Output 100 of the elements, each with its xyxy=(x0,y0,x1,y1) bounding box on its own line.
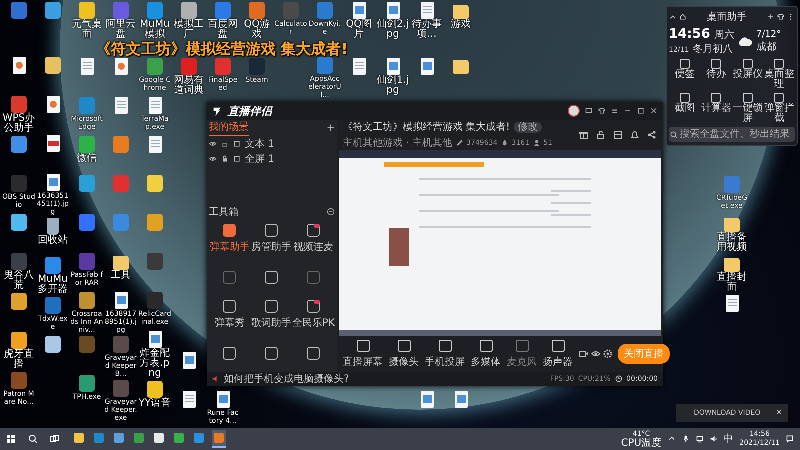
input-method-indicator[interactable]: 中 xyxy=(724,432,734,446)
close-button[interactable]: × xyxy=(775,408,783,418)
share-icon[interactable] xyxy=(647,130,657,140)
menu-icon[interactable] xyxy=(611,107,619,115)
tool-label: 扬声器 xyxy=(543,356,573,368)
tool-icon[interactable] xyxy=(307,300,320,313)
app-icon[interactable] xyxy=(11,136,27,153)
tool-icon[interactable] xyxy=(223,300,236,313)
icon-label: 虎牙直播 xyxy=(3,350,35,370)
search-icon xyxy=(670,130,678,138)
app-icon[interactable] xyxy=(11,332,27,349)
shirt-icon[interactable] xyxy=(777,13,785,21)
eye-icon[interactable] xyxy=(209,154,217,162)
tool-icon[interactable] xyxy=(265,224,278,237)
scene-name[interactable]: 全屏 1 xyxy=(245,152,275,166)
network-icon[interactable] xyxy=(696,435,704,443)
chevron-up-icon[interactable] xyxy=(668,435,676,443)
add-icon[interactable] xyxy=(327,124,335,132)
search-icon[interactable] xyxy=(28,434,38,444)
scene-tab[interactable]: 我的场景 xyxy=(209,120,249,136)
slides-file-icon[interactable] xyxy=(12,57,26,74)
icon-label: 直播备用视频 xyxy=(716,233,748,253)
tool-icon[interactable] xyxy=(307,346,320,360)
image-file-icon[interactable] xyxy=(352,2,366,19)
gift-icon[interactable] xyxy=(579,130,589,140)
maximize-icon[interactable] xyxy=(637,107,645,115)
tool-icon[interactable] xyxy=(223,346,236,360)
document-icon[interactable] xyxy=(420,2,434,19)
category-text[interactable]: 主机其他游戏 · 主机其他 xyxy=(343,136,453,150)
edit-button[interactable]: 修改 xyxy=(514,122,542,133)
app-icon[interactable] xyxy=(147,381,163,398)
app-icon[interactable] xyxy=(11,96,27,113)
close-icon[interactable] xyxy=(650,107,658,115)
app-icon[interactable] xyxy=(45,257,61,274)
plus-icon[interactable] xyxy=(767,13,775,21)
image-file-icon[interactable] xyxy=(46,174,60,191)
document-icon[interactable] xyxy=(182,391,196,408)
app-icon[interactable] xyxy=(45,336,61,353)
tool-icon[interactable] xyxy=(265,346,278,360)
bell-icon[interactable] xyxy=(630,130,640,140)
tool-label: 歌词助手 xyxy=(252,316,292,330)
document-icon[interactable] xyxy=(114,97,128,114)
app-icon[interactable] xyxy=(11,214,27,231)
app-icon[interactable] xyxy=(11,293,27,310)
app-icon[interactable] xyxy=(79,375,95,392)
document-icon[interactable] xyxy=(148,136,162,153)
icon-label: 网易有道词典 xyxy=(173,76,205,96)
app-icon[interactable] xyxy=(45,57,61,74)
tip-link[interactable]: 如何把手机变成电脑摄像头? xyxy=(224,372,350,386)
eye-icon[interactable] xyxy=(591,349,601,359)
notification-icon[interactable] xyxy=(786,435,794,443)
icon-label: 模拟工厂 xyxy=(173,20,205,40)
slides-file-icon[interactable] xyxy=(114,58,128,75)
document-icon[interactable] xyxy=(726,295,738,312)
tool-label: 摄像头 xyxy=(389,356,419,368)
home-icon[interactable] xyxy=(679,13,687,21)
image-file-icon[interactable] xyxy=(420,58,434,75)
tool-label: 计算器 xyxy=(701,104,732,114)
tool-icon[interactable] xyxy=(223,224,236,237)
image-file-icon[interactable] xyxy=(114,292,128,309)
microphone-icon[interactable] xyxy=(682,435,690,443)
image-file-icon[interactable] xyxy=(386,2,400,19)
eye-icon[interactable] xyxy=(209,140,217,148)
recycle-bin-icon[interactable] xyxy=(47,218,59,235)
image-file-icon[interactable] xyxy=(148,331,162,348)
slides-file-icon[interactable] xyxy=(46,96,60,113)
collapse-icon[interactable] xyxy=(327,208,335,216)
volume-icon[interactable] xyxy=(710,435,718,443)
tool-label: 桌面整理 xyxy=(764,70,794,90)
chevron-up-icon[interactable] xyxy=(669,13,677,21)
box-icon[interactable] xyxy=(613,130,623,140)
document-icon[interactable] xyxy=(352,58,366,75)
tool-icon[interactable] xyxy=(265,270,278,284)
tool-icon[interactable] xyxy=(265,300,278,313)
document-icon[interactable] xyxy=(148,97,162,114)
tool-label: 麦克风 xyxy=(507,356,537,368)
image-file-icon[interactable] xyxy=(386,58,400,75)
pdf-file-icon[interactable] xyxy=(46,135,60,152)
lock-icon[interactable] xyxy=(221,154,229,162)
lock-icon[interactable] xyxy=(596,130,606,140)
windows-logo-icon[interactable] xyxy=(6,434,16,444)
tool-label: 全民乐PK xyxy=(292,316,335,330)
temperature-text: 7/12° xyxy=(756,30,782,40)
app-icon[interactable] xyxy=(79,292,95,309)
avatar-icon[interactable] xyxy=(568,105,580,117)
icon-label: 元气桌面 xyxy=(71,20,103,40)
tool-label: 投屏仪 xyxy=(732,70,763,80)
image-file-icon[interactable] xyxy=(182,352,196,369)
icon-label: 游戏 xyxy=(450,20,472,30)
shirt-icon[interactable] xyxy=(598,107,606,115)
settings-icon[interactable] xyxy=(603,349,613,359)
scene-name[interactable]: 文本 1 xyxy=(245,136,275,150)
video-icon[interactable] xyxy=(579,349,589,359)
pencil-icon[interactable] xyxy=(456,139,464,147)
image-file-icon[interactable] xyxy=(216,391,230,408)
city-text: 成都 xyxy=(756,40,778,54)
tool-icon[interactable] xyxy=(307,224,320,237)
task-view-icon[interactable] xyxy=(50,434,60,444)
tool-label: 视频连麦 xyxy=(294,240,334,254)
video-caption: 《符文工坊》模拟经营游戏 集大成者! xyxy=(96,41,348,57)
